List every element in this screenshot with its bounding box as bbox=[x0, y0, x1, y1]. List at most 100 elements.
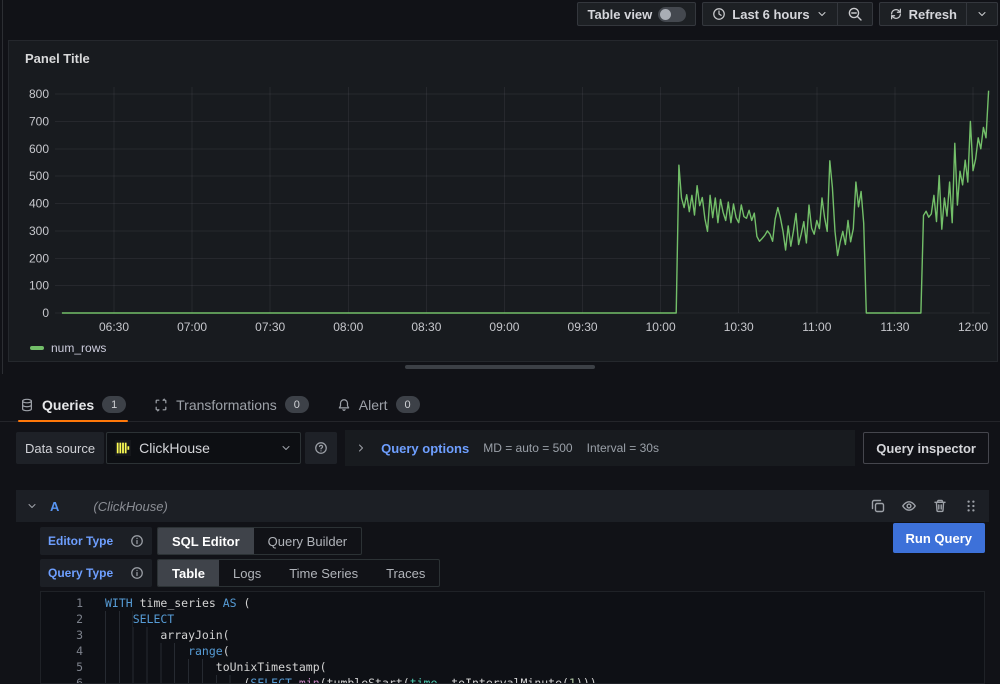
svg-text:07:00: 07:00 bbox=[177, 320, 207, 334]
editor-type-label: Editor Type bbox=[48, 534, 113, 548]
svg-text:800: 800 bbox=[29, 87, 49, 101]
svg-text:11:00: 11:00 bbox=[802, 320, 831, 334]
query-datasource-name: (ClickHouse) bbox=[93, 499, 167, 514]
code-line[interactable]: 4range( bbox=[41, 643, 984, 659]
query-options-collapse[interactable]: Query options MD = auto = 500 Interval =… bbox=[345, 430, 855, 466]
query-type-timeseries-option[interactable]: Time Series bbox=[275, 560, 372, 586]
transform-icon bbox=[154, 398, 168, 412]
editor-type-field-label: Editor Type bbox=[40, 527, 152, 555]
time-range-picker[interactable]: Last 6 hours bbox=[703, 3, 836, 25]
svg-text:09:30: 09:30 bbox=[568, 320, 598, 334]
svg-text:300: 300 bbox=[29, 224, 49, 238]
svg-text:11:30: 11:30 bbox=[880, 320, 909, 334]
query-options-label[interactable]: Query options bbox=[381, 441, 469, 456]
time-range-label: Last 6 hours bbox=[732, 7, 809, 22]
zoom-out-button[interactable] bbox=[838, 3, 872, 25]
query-type-row: Query Type Table Logs Time Series Traces bbox=[40, 559, 440, 587]
datasource-row: Data source ClickHouse Query options MD … bbox=[16, 430, 989, 466]
code-line[interactable]: 2SELECT bbox=[41, 611, 984, 627]
duplicate-query-icon[interactable] bbox=[870, 498, 886, 514]
sql-editor-option[interactable]: SQL Editor bbox=[158, 528, 254, 554]
editor-type-row: Editor Type SQL Editor Query Builder bbox=[40, 527, 362, 555]
tab-queries[interactable]: Queries 1 bbox=[18, 388, 128, 422]
code-line[interactable]: 5toUnixTimestamp( bbox=[41, 659, 984, 675]
chevron-down-icon bbox=[280, 442, 292, 454]
legend-swatch bbox=[30, 346, 44, 350]
datasource-help-button[interactable] bbox=[305, 432, 337, 464]
query-editor-row: A (ClickHouse) Editor Type SQL Editor Qu… bbox=[16, 490, 989, 684]
svg-text:700: 700 bbox=[29, 114, 49, 128]
tab-transformations[interactable]: Transformations 0 bbox=[152, 388, 311, 422]
query-options-max-data-points: MD = auto = 500 bbox=[483, 441, 572, 455]
code-line[interactable]: 6(SELECT min(tumbleStart(time, toInterva… bbox=[41, 675, 984, 684]
svg-text:200: 200 bbox=[29, 251, 49, 265]
hide-response-eye-icon[interactable] bbox=[901, 498, 917, 514]
panel-title[interactable]: Panel Title bbox=[25, 51, 90, 66]
panel-resize-handle[interactable] bbox=[405, 365, 595, 369]
legend-series-label[interactable]: num_rows bbox=[51, 341, 106, 355]
refresh-interval-dropdown[interactable] bbox=[967, 3, 997, 25]
topbar: Table view Last 6 hours Refresh bbox=[0, 0, 1000, 28]
svg-text:12:00: 12:00 bbox=[958, 320, 988, 334]
chevron-right-icon bbox=[355, 442, 367, 454]
query-type-group: Table Logs Time Series Traces bbox=[157, 559, 440, 587]
svg-text:100: 100 bbox=[29, 279, 49, 293]
refresh-group: Refresh bbox=[879, 2, 998, 26]
info-circle-icon bbox=[130, 534, 144, 548]
bell-icon bbox=[337, 398, 351, 412]
query-type-traces-option[interactable]: Traces bbox=[372, 560, 439, 586]
svg-text:0: 0 bbox=[42, 306, 49, 320]
svg-text:09:00: 09:00 bbox=[489, 320, 519, 334]
tab-transformations-count: 0 bbox=[285, 396, 309, 413]
drag-handle-icon[interactable] bbox=[963, 498, 979, 514]
refresh-icon bbox=[889, 7, 903, 21]
query-type-field-label: Query Type bbox=[40, 559, 152, 587]
tab-queries-count: 1 bbox=[102, 396, 126, 413]
svg-text:10:30: 10:30 bbox=[724, 320, 754, 334]
query-row-header[interactable]: A (ClickHouse) bbox=[16, 490, 989, 522]
tab-alert-count: 0 bbox=[396, 396, 420, 413]
chevron-down-icon bbox=[816, 8, 828, 20]
toggle-knob bbox=[660, 9, 671, 20]
table-view-toggle[interactable]: Table view bbox=[578, 3, 695, 25]
chevron-down-icon bbox=[976, 8, 988, 20]
left-edge-divider bbox=[2, 0, 3, 374]
svg-text:600: 600 bbox=[29, 142, 49, 156]
editor-type-group: SQL Editor Query Builder bbox=[157, 527, 362, 555]
code-line[interactable]: 1WITH time_series AS ( bbox=[41, 595, 984, 611]
database-icon bbox=[20, 398, 34, 412]
table-view-group: Table view bbox=[577, 2, 696, 26]
query-inspector-button[interactable]: Query inspector bbox=[863, 432, 989, 464]
query-row-actions bbox=[870, 498, 979, 514]
tab-alert-label: Alert bbox=[359, 397, 388, 413]
query-builder-option[interactable]: Query Builder bbox=[254, 528, 361, 554]
active-tab-underline bbox=[18, 420, 128, 422]
chevron-down-icon[interactable] bbox=[26, 500, 38, 512]
delete-query-trash-icon[interactable] bbox=[932, 498, 948, 514]
sql-code-lines: 1WITH time_series AS (2SELECT3arrayJoin(… bbox=[41, 595, 984, 684]
grafana-panel-edit-screen: Table view Last 6 hours Refresh bbox=[0, 0, 1000, 684]
help-circle-icon bbox=[314, 440, 328, 456]
table-view-label: Table view bbox=[587, 7, 652, 22]
query-type-table-option[interactable]: Table bbox=[158, 560, 219, 586]
tab-alert[interactable]: Alert 0 bbox=[335, 388, 422, 422]
datasource-selected-value: ClickHouse bbox=[139, 440, 272, 456]
chart-legend[interactable]: num_rows bbox=[30, 341, 106, 355]
svg-text:10:00: 10:00 bbox=[646, 320, 676, 334]
query-type-logs-option[interactable]: Logs bbox=[219, 560, 275, 586]
svg-text:07:30: 07:30 bbox=[255, 320, 285, 334]
time-series-chart[interactable]: 010020030040050060070080006:3007:0007:30… bbox=[9, 85, 991, 345]
svg-text:08:30: 08:30 bbox=[411, 320, 441, 334]
clock-icon bbox=[712, 7, 726, 21]
table-view-switch[interactable] bbox=[658, 7, 686, 22]
sql-code-editor[interactable]: 1WITH time_series AS (2SELECT3arrayJoin(… bbox=[40, 591, 985, 684]
editor-tabs: Queries 1 Transformations 0 Alert 0 bbox=[0, 388, 1000, 422]
datasource-picker[interactable]: ClickHouse bbox=[106, 432, 301, 464]
refresh-button[interactable]: Refresh bbox=[880, 3, 966, 25]
tab-transformations-label: Transformations bbox=[176, 397, 277, 413]
query-options-interval: Interval = 30s bbox=[587, 441, 659, 455]
svg-text:400: 400 bbox=[29, 197, 49, 211]
time-controls-group: Last 6 hours bbox=[702, 2, 872, 26]
code-line[interactable]: 3arrayJoin( bbox=[41, 627, 984, 643]
run-query-button[interactable]: Run Query bbox=[893, 523, 985, 553]
